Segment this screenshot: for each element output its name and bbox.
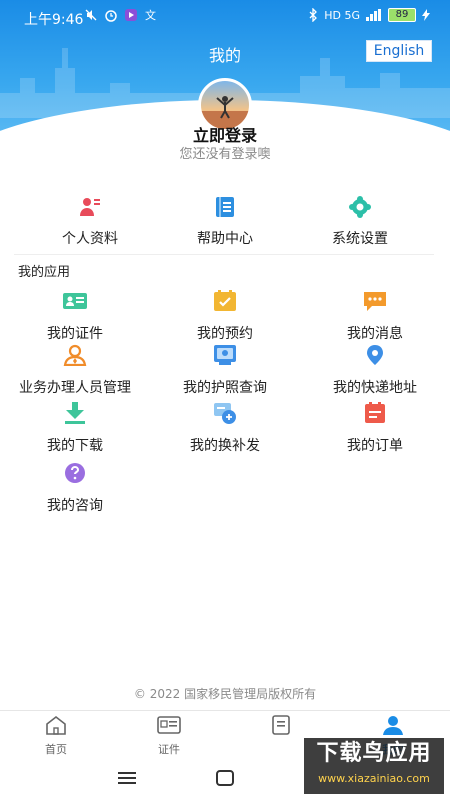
app-label: 我的快递地址 [333,380,417,396]
tab-home-label: 首页 [45,743,67,756]
home-icon [46,715,66,735]
app-delivery-address[interactable]: 我的快递地址 [300,344,450,397]
bookmark-tab-icon [272,715,290,735]
question-icon [65,463,85,483]
tab-home[interactable]: 首页 [21,715,91,757]
svg-text:文: 文 [145,8,156,22]
app-notification-icon [125,9,137,21]
app-label: 我的预约 [197,326,253,342]
app-card-renewal[interactable]: 我的换补发 [150,402,300,455]
staff-manage-icon [63,344,87,367]
profile-card-icon [80,198,100,216]
settings-gear-icon [349,196,371,218]
help-center-label: 帮助中心 [197,231,253,247]
app-passport-query[interactable]: 我的护照查询 [150,344,300,397]
app-my-downloads[interactable]: 我的下载 [0,402,150,455]
app-label: 我的证件 [47,326,103,342]
help-center-button[interactable]: 帮助中心 [165,196,285,248]
id-card-icon [63,293,87,309]
bluetooth-icon [309,8,318,22]
tab-documents-label: 证件 [158,743,180,756]
watermark-main-text: 下载鸟应用 [316,741,432,766]
quick-actions: 个人资料 帮助中心 系统设置 [0,196,450,248]
download-icon [65,402,85,424]
order-list-icon [365,402,385,423]
profile-info-button[interactable]: 个人资料 [30,196,150,248]
app-my-consultations[interactable]: 我的咨询 [0,462,150,515]
system-settings-label: 系统设置 [332,231,388,247]
card-renew-icon [214,403,236,424]
app-my-documents[interactable]: 我的证件 [0,290,150,343]
watermark-url: www.xiazainiao.com [318,772,430,785]
watermark-logo: 下载鸟应用 www.xiazainiao.com [304,738,444,794]
menu-icon[interactable] [118,771,136,785]
translate-icon: 文 [145,8,156,22]
my-apps-title: 我的应用 [18,265,71,280]
status-system-icons: HD 5G 89 [308,8,430,22]
id-card-tab-icon [157,716,181,734]
profile-info-label: 个人资料 [62,231,118,247]
tab-documents[interactable]: 证件 [134,715,204,757]
app-staff-management[interactable]: 业务办理人员管理 [0,344,150,397]
signal-icon [366,9,381,21]
user-tab-icon [383,716,403,735]
mute-icon [85,9,97,21]
battery-level: 89 [388,8,416,22]
app-label: 我的护照查询 [183,380,267,396]
help-book-icon [216,197,234,217]
app-label: 我的换补发 [190,438,260,454]
app-my-messages[interactable]: 我的消息 [300,290,450,343]
app-label: 我的咨询 [47,498,103,514]
app-my-appointments[interactable]: 我的预约 [150,290,300,343]
app-my-orders[interactable]: 我的订单 [300,402,450,455]
login-subtitle: 您还没有登录噢 [179,147,271,162]
home-button-icon[interactable] [216,770,234,786]
passport-search-icon [214,345,236,365]
status-bar: 上午9:46 文 HD 5G 89 [0,0,450,34]
app-label: 我的下载 [47,438,103,454]
calendar-check-icon [214,290,236,311]
app-label: 我的消息 [347,326,403,342]
message-bubble-icon [364,292,386,311]
english-language-button[interactable]: English [366,40,432,62]
network-type: HD 5G [324,8,360,22]
app-label: 我的订单 [347,438,403,454]
charging-icon [422,9,430,21]
section-divider [14,254,434,255]
copyright-text: © 2022 国家移民管理局版权所有 [133,687,317,701]
system-settings-button[interactable]: 系统设置 [300,196,420,248]
location-pin-icon [367,345,383,365]
alarm-icon [105,10,117,22]
app-label: 业务办理人员管理 [19,380,131,396]
status-notification-icons: 文 [84,8,158,22]
status-time: 上午9:46 [24,12,84,28]
